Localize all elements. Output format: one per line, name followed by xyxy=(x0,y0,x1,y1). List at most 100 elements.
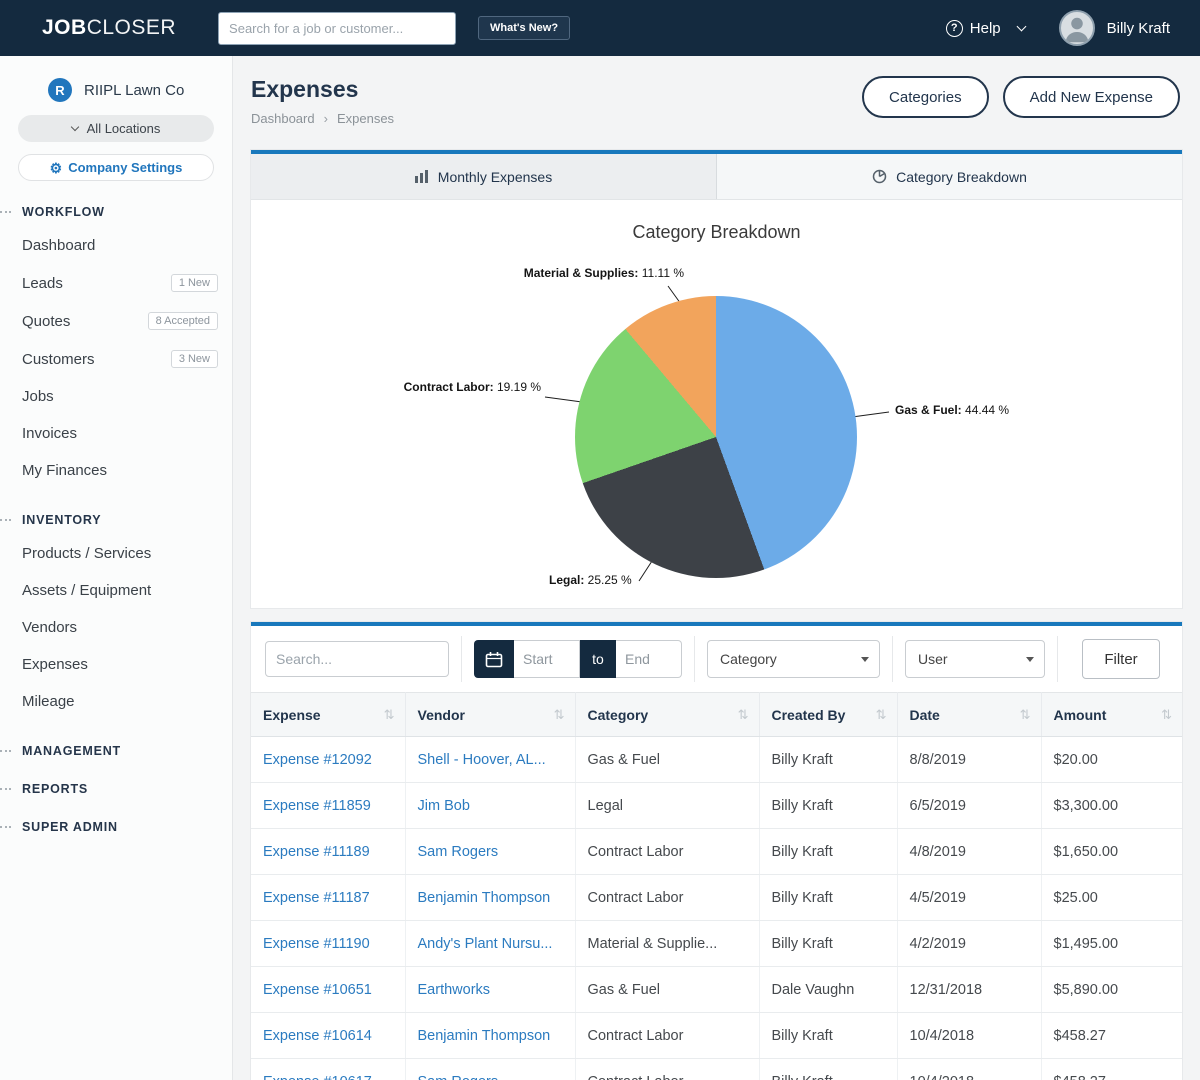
expenses-table-card: to Category User Filter Expense⇅Vendor⇅C… xyxy=(251,622,1182,1080)
sidebar-item-label: Customers xyxy=(22,351,95,368)
navbar-right: ? Help Billy Kraft xyxy=(946,10,1170,46)
sidebar-item-assets-equipment[interactable]: Assets / Equipment xyxy=(0,572,232,609)
top-navbar: JOBCLOSER What's New? ? Help Billy Kraft xyxy=(0,0,1200,56)
main-content: Expenses Dashboard › Expenses Categories… xyxy=(233,56,1200,1080)
sidebar-section-super-admin: SUPER ADMIN xyxy=(22,820,232,834)
table-row: Expense #11859Jim BobLegalBilly Kraft6/5… xyxy=(251,783,1182,829)
add-new-expense-button[interactable]: Add New Expense xyxy=(1003,76,1180,118)
table-row: Expense #10651EarthworksGas & FuelDale V… xyxy=(251,967,1182,1013)
column-header-amount[interactable]: Amount⇅ xyxy=(1041,693,1182,737)
table-row: Expense #12092 Shell - Hoover, AL... Gas &… xyxy=(251,737,1182,783)
tab-label: Monthly Expenses xyxy=(438,169,552,185)
filter-button[interactable]: Filter xyxy=(1082,639,1160,679)
date-end-input[interactable] xyxy=(616,640,682,678)
calendar-button[interactable] xyxy=(474,640,514,678)
cell-amount: $458.27 xyxy=(1041,1059,1182,1080)
cell-expense: Expense #12092 xyxy=(251,737,405,783)
cell-date: 8/8/2019 xyxy=(897,737,1041,783)
page-header: Expenses Dashboard › Expenses Categories… xyxy=(233,56,1200,126)
sidebar-item-products-services[interactable]: Products / Services xyxy=(0,535,232,572)
sidebar-item-label: My Finances xyxy=(22,462,107,479)
table-row: Expense #11189Sam RogersContract LaborBi… xyxy=(251,829,1182,875)
date-start-input[interactable] xyxy=(514,640,580,678)
tab-monthly-expenses[interactable]: Monthly Expenses xyxy=(251,154,717,199)
table-search-input[interactable] xyxy=(265,641,449,677)
vendor-link[interactable]: Shell - Hoover, AL... xyxy=(418,752,546,768)
cell-category: Contract Labor xyxy=(575,1059,759,1080)
locations-dropdown[interactable]: All Locations xyxy=(18,115,214,142)
sidebar-item-quotes[interactable]: Quotes8 Accepted xyxy=(0,302,232,340)
category-select-value: Category xyxy=(720,651,777,667)
expense-link[interactable]: Expense #10614 xyxy=(263,1028,372,1044)
table-row: Expense #11190Andy's Plant Nursu...Mater… xyxy=(251,921,1182,967)
sidebar-item-mileage[interactable]: Mileage xyxy=(0,683,232,720)
column-header-vendor[interactable]: Vendor⇅ xyxy=(405,693,575,737)
user-select[interactable]: User xyxy=(905,640,1045,678)
pie-label-material-supplies: Material & Supplies: 11.11 % xyxy=(434,266,684,280)
breadcrumb: Dashboard › Expenses xyxy=(251,111,394,126)
category-select[interactable]: Category xyxy=(707,640,880,678)
cell-expense: Expense #11190 xyxy=(251,921,405,967)
column-header-created-by[interactable]: Created By⇅ xyxy=(759,693,897,737)
categories-button[interactable]: Categories xyxy=(862,76,989,118)
expense-link[interactable]: Expense #10617 xyxy=(263,1074,372,1080)
sidebar-section-reports: REPORTS xyxy=(22,782,232,796)
cell-vendor: Sam Rogers xyxy=(405,829,575,875)
cell-amount: $5,890.00 xyxy=(1041,967,1182,1013)
expense-link[interactable]: Expense #12092 xyxy=(263,752,372,768)
sidebar-item-expenses[interactable]: Expenses xyxy=(0,646,232,683)
expense-link[interactable]: Expense #11190 xyxy=(263,936,370,952)
calendar-icon xyxy=(485,651,503,668)
chevron-down-icon xyxy=(1016,22,1026,32)
cell-vendor: Shell - Hoover, AL... xyxy=(405,737,575,783)
cell-category: Contract Labor xyxy=(575,829,759,875)
app-logo[interactable]: JOBCLOSER xyxy=(42,16,176,40)
column-header-expense[interactable]: Expense⇅ xyxy=(251,693,405,737)
sidebar-item-jobs[interactable]: Jobs xyxy=(0,378,232,415)
vendor-link[interactable]: Jim Bob xyxy=(418,798,470,814)
expense-link[interactable]: Expense #10651 xyxy=(263,982,372,998)
vendor-link[interactable]: Earthworks xyxy=(418,982,491,998)
pie-label-legal: Legal: 25.25 % xyxy=(549,573,632,587)
global-search-input[interactable] xyxy=(218,12,456,45)
whats-new-button[interactable]: What's New? xyxy=(478,16,570,40)
column-header-category[interactable]: Category⇅ xyxy=(575,693,759,737)
column-header-date[interactable]: Date⇅ xyxy=(897,693,1041,737)
vendor-link[interactable]: Benjamin Thompson xyxy=(418,890,551,906)
filter-divider xyxy=(892,636,893,682)
vendor-link[interactable]: Sam Rogers xyxy=(418,1074,499,1080)
vendor-link[interactable]: Sam Rogers xyxy=(418,844,499,860)
sidebar-item-label: Mileage xyxy=(22,693,75,710)
pie-chart xyxy=(575,296,857,578)
sidebar-item-customers[interactable]: Customers 3 New xyxy=(0,340,232,378)
sidebar-item-leads[interactable]: Leads1 New xyxy=(0,264,232,302)
user-menu[interactable]: Billy Kraft xyxy=(1107,20,1170,37)
sidebar-item-label: Jobs xyxy=(22,388,54,405)
expense-link[interactable]: Expense #11187 xyxy=(263,890,370,906)
cell-created-by: Billy Kraft xyxy=(759,1059,897,1080)
cell-category: Gas & Fuel xyxy=(575,737,759,783)
filter-divider xyxy=(1057,636,1058,682)
expense-link[interactable]: Expense #11189 xyxy=(263,844,370,860)
column-label: Amount xyxy=(1054,707,1107,723)
breadcrumb-dashboard[interactable]: Dashboard xyxy=(251,111,315,126)
expense-link[interactable]: Expense #11859 xyxy=(263,798,371,814)
tab-category-breakdown[interactable]: Category Breakdown xyxy=(717,154,1182,199)
page-title: Expenses xyxy=(251,76,394,103)
help-menu[interactable]: ? Help xyxy=(946,20,1025,37)
company-settings-button[interactable]: ⚙ Company Settings xyxy=(18,154,214,181)
company-row: R RIIPL Lawn Co xyxy=(48,78,232,102)
chevron-down-icon xyxy=(70,123,78,131)
sidebar-item-vendors[interactable]: Vendors xyxy=(0,609,232,646)
sort-icon: ⇅ xyxy=(1020,707,1031,723)
sidebar-item-invoices[interactable]: Invoices xyxy=(0,415,232,452)
vendor-link[interactable]: Andy's Plant Nursu... xyxy=(418,936,553,952)
sidebar-item-badge: 3 New xyxy=(171,350,218,368)
user-avatar[interactable] xyxy=(1059,10,1095,46)
sidebar-item-dashboard[interactable]: Dashboard xyxy=(0,227,232,264)
cell-date: 10/4/2018 xyxy=(897,1013,1041,1059)
cell-date: 4/2/2019 xyxy=(897,921,1041,967)
sidebar-item-my-finances[interactable]: My Finances xyxy=(0,452,232,489)
vendor-link[interactable]: Benjamin Thompson xyxy=(418,1028,551,1044)
cell-amount: $1,650.00 xyxy=(1041,829,1182,875)
